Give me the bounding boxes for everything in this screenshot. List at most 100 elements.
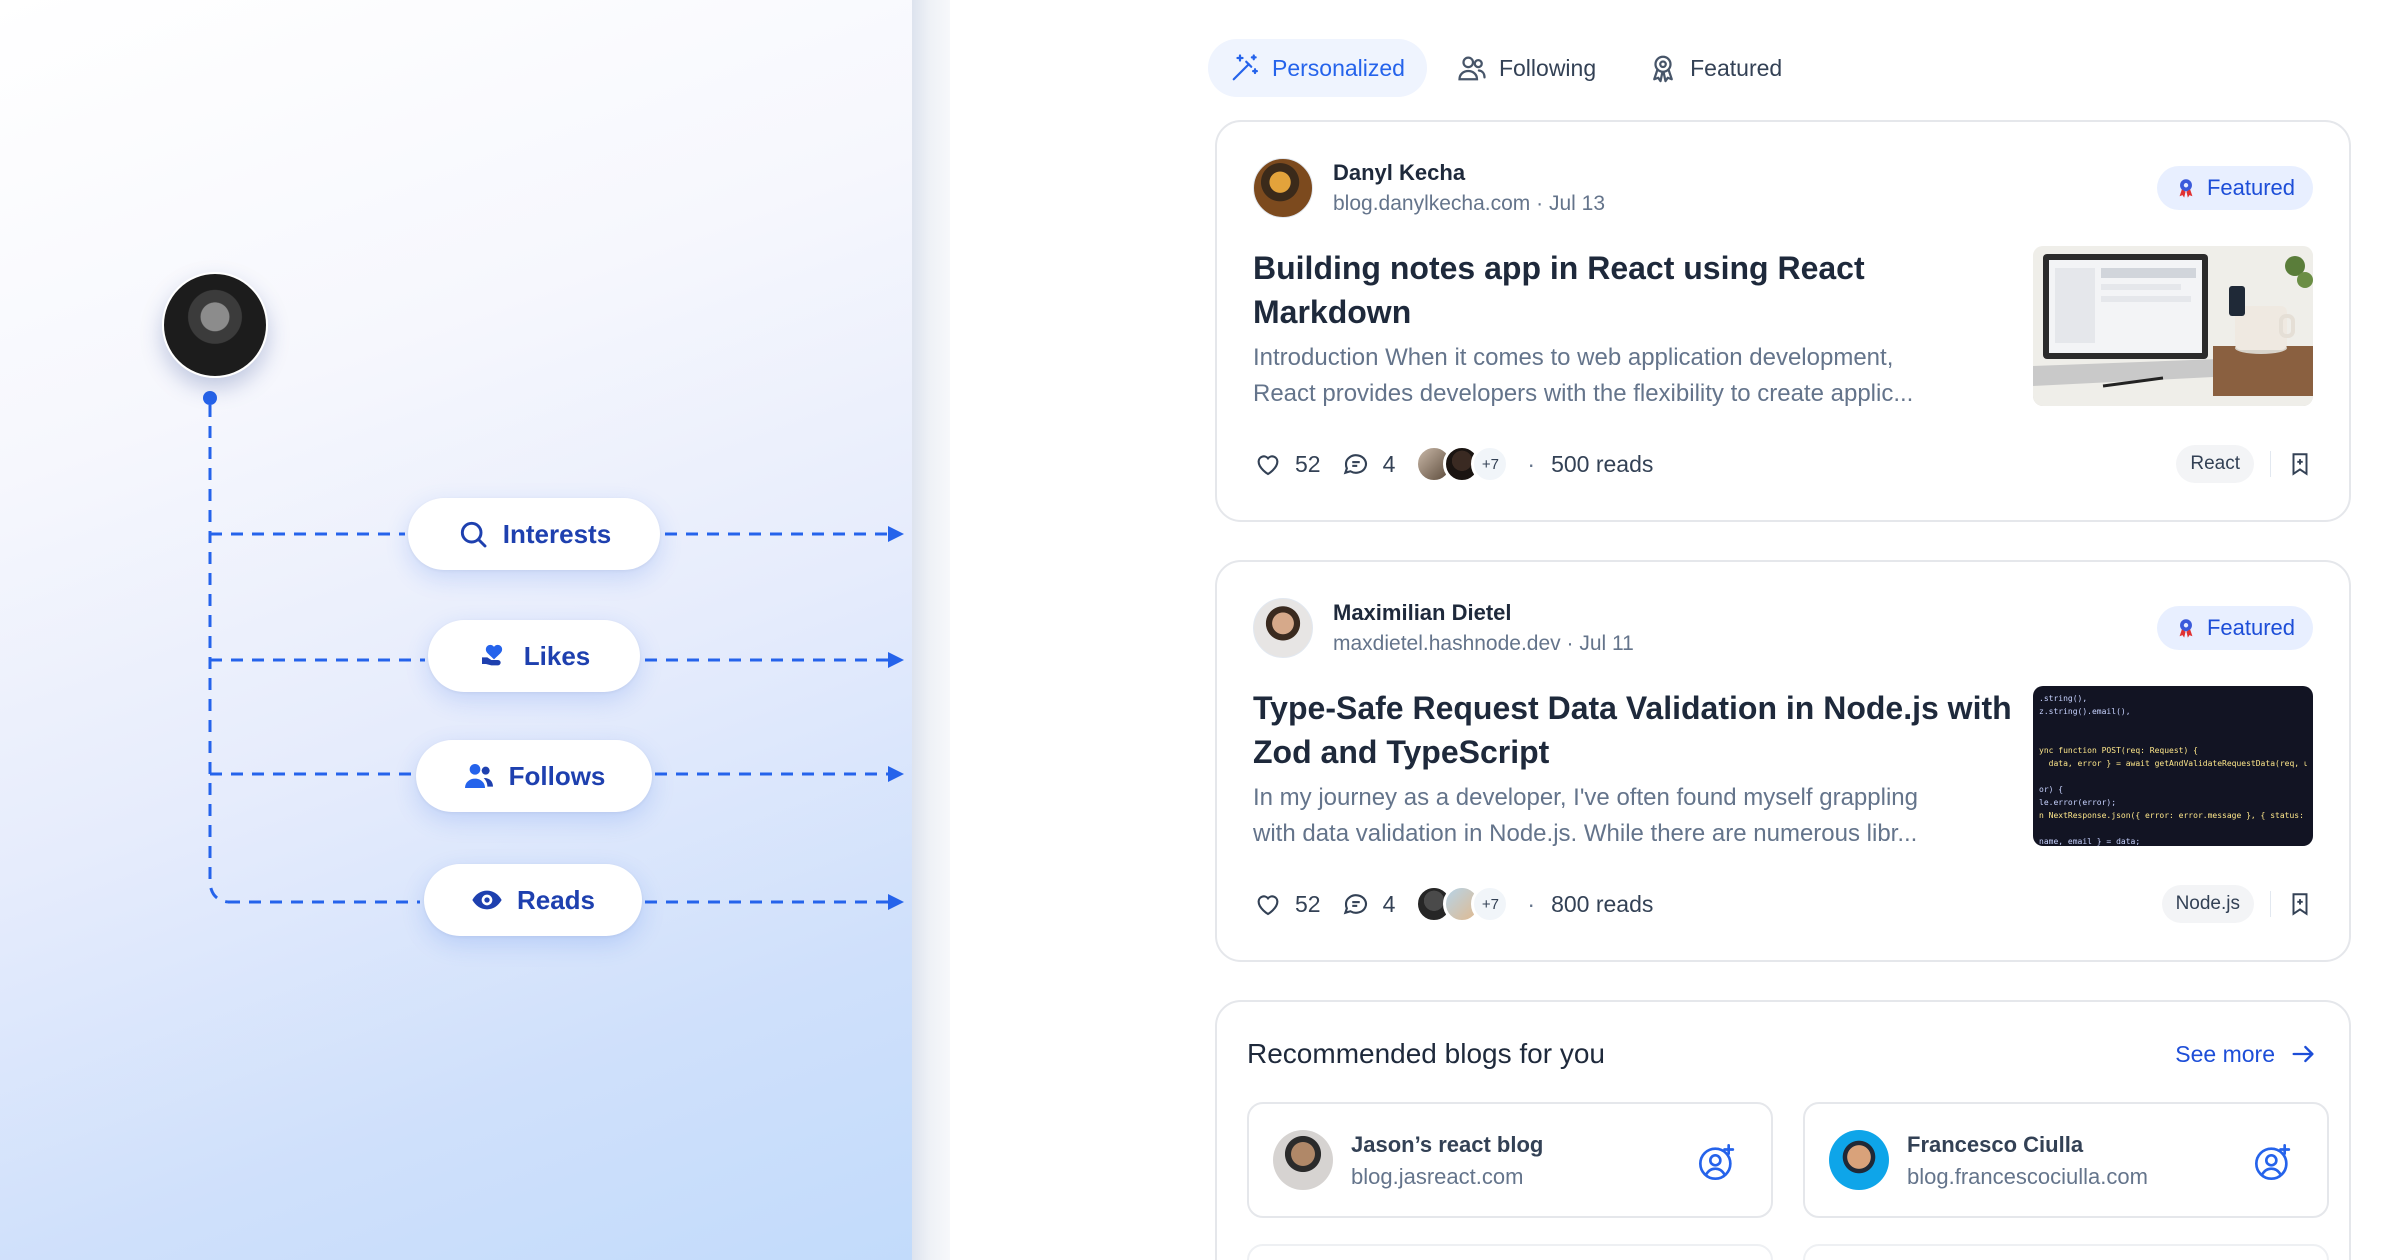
recommended-blog-item[interactable]: Jason’s react blog blog.jasreact.com: [1247, 1102, 1773, 1218]
code-line: name, email } = data;: [2039, 837, 2141, 846]
tab-personalized[interactable]: Personalized: [1208, 39, 1427, 97]
tab-label: Following: [1498, 54, 1597, 81]
pill-label: Follows: [508, 760, 606, 791]
tab-label: Personalized: [1272, 54, 1405, 81]
laptop-photo: [2033, 246, 2313, 406]
heart-icon: [1257, 455, 1279, 476]
comment-count: 4: [1382, 450, 1396, 477]
like-button[interactable]: 52: [1253, 449, 1321, 479]
search-icon: [457, 518, 489, 550]
author-domain[interactable]: maxdietel.hashnode.dev: [1333, 632, 1561, 655]
recommended-blog-item[interactable]: [1247, 1244, 1773, 1260]
code-line: le.error(error);: [2039, 798, 2117, 807]
follow-user-icon[interactable]: [2253, 1142, 2293, 1182]
author-meta: blog.danylkecha.com · Jul 13: [1333, 192, 1605, 216]
excerpt-line: React provides developers with the flexi…: [1253, 380, 1914, 407]
post-card[interactable]: Maximilian Dietel maxdietel.hashnode.dev…: [1215, 560, 2351, 962]
post-thumbnail[interactable]: .string(), z.string().email(), ync functio…: [2033, 686, 2313, 846]
post-title[interactable]: Type-Safe Request Data Validation in Nod…: [1253, 686, 2013, 774]
avatar[interactable]: [1253, 158, 1313, 218]
comment-icon: [1343, 454, 1367, 475]
meta-separator: ·: [1536, 192, 1544, 215]
author-domain[interactable]: blog.danylkecha.com: [1333, 192, 1530, 215]
post-date: Jul 11: [1579, 632, 1634, 655]
avatar[interactable]: [1253, 598, 1313, 658]
code-line: or) {: [2039, 785, 2064, 794]
read-count: 800 reads: [1551, 890, 1654, 917]
magic-wand-icon: [1232, 54, 1258, 81]
post-thumbnail[interactable]: [2033, 246, 2313, 406]
post-excerpt[interactable]: In my journey as a developer, I've often…: [1253, 780, 2013, 852]
code-line: z.string().email(),: [2039, 707, 2131, 716]
post-stats: 52 4 +7 · 500 reads: [1253, 442, 1653, 486]
arrow-reads: [888, 894, 904, 910]
tab-featured[interactable]: Featured: [1626, 39, 1804, 97]
personalization-illustration: Interests Likes Follows Reads: [0, 0, 920, 1260]
blog-domain: blog.jasreact.com: [1351, 1164, 1524, 1189]
pill-label: Likes: [523, 640, 591, 671]
meta-separator: ·: [1566, 632, 1574, 655]
like-count: 52: [1295, 450, 1321, 477]
post-tags: Node.js: [2161, 882, 2313, 926]
tab-following[interactable]: Following: [1435, 39, 1618, 97]
tag[interactable]: Node.js: [2161, 885, 2254, 923]
comment-button[interactable]: 4: [1341, 449, 1396, 479]
arrow-interests: [888, 526, 904, 542]
avatar: [1273, 1130, 1333, 1190]
code-line: n NextResponse.json({ error: error.messa…: [2039, 811, 2307, 820]
pill-reads: Reads: [424, 864, 642, 936]
code-line: data, error } = await getAndValidateRequ…: [2039, 759, 2307, 768]
bookmark-icon[interactable]: [2287, 891, 2313, 917]
users-icon: [1458, 56, 1486, 81]
author-name[interactable]: Maximilian Dietel: [1333, 600, 1634, 626]
award-icon: [1653, 55, 1673, 83]
tag[interactable]: React: [2176, 445, 2254, 483]
follow-user-icon[interactable]: [1697, 1142, 1737, 1182]
divider: [2270, 891, 2271, 917]
arrow-right-icon: [2292, 1045, 2314, 1063]
divider: [2270, 451, 2271, 477]
hand-heart-icon: [478, 640, 510, 672]
reader-avatars[interactable]: +7: [1415, 445, 1510, 483]
comment-count: 4: [1382, 890, 1396, 917]
post-title[interactable]: Building notes app in React using React …: [1253, 246, 2013, 334]
pill-label: Reads: [516, 884, 596, 915]
featured-badge: Featured: [2156, 606, 2313, 650]
blog-name: Jason’s react blog: [1351, 1132, 1544, 1157]
badge-label: Featured: [2206, 175, 2295, 200]
author-name[interactable]: Danyl Kecha: [1333, 160, 1605, 186]
stats-separator: ·: [1527, 450, 1536, 477]
tab-label: Featured: [1690, 54, 1783, 81]
reader-avatars[interactable]: +7: [1415, 885, 1510, 923]
comment-icon: [1343, 894, 1367, 915]
award-icon: [2179, 619, 2193, 638]
more-readers-count: +7: [1471, 445, 1510, 483]
award-icon: [2179, 179, 2193, 198]
code-line: ync function POST(req: Request) {: [2039, 746, 2198, 755]
pill-follows: Follows: [416, 740, 652, 812]
like-button[interactable]: 52: [1253, 889, 1321, 919]
excerpt-line: Introduction When it comes to web applic…: [1253, 344, 1894, 371]
recommended-blog-item[interactable]: [1803, 1244, 2329, 1260]
featured-badge: Featured: [2156, 166, 2313, 210]
heart-icon: [1257, 895, 1279, 916]
user-avatar: [162, 272, 268, 378]
post-date: Jul 13: [1548, 192, 1606, 215]
post-excerpt[interactable]: Introduction When it comes to web applic…: [1253, 340, 2013, 412]
author-row: Danyl Kecha blog.danylkecha.com · Jul 13: [1253, 158, 1605, 218]
see-more-link[interactable]: See more: [2175, 1040, 2317, 1068]
comment-button[interactable]: 4: [1341, 889, 1396, 919]
recommended-blog-item[interactable]: Francesco Ciulla blog.francescociulla.co…: [1803, 1102, 2329, 1218]
post-card[interactable]: Danyl Kecha blog.danylkecha.com · Jul 13…: [1215, 120, 2351, 522]
bookmark-icon[interactable]: [2287, 451, 2313, 477]
like-count: 52: [1295, 890, 1321, 917]
excerpt-line: with data validation in Node.js. While t…: [1253, 820, 1918, 847]
user-anchor-dot: [203, 391, 217, 405]
recommended-blogs-card: Recommended blogs for you See more Jason…: [1215, 1000, 2351, 1260]
excerpt-line: In my journey as a developer, I've often…: [1253, 784, 1918, 811]
badge-label: Featured: [2206, 615, 2295, 640]
users-icon: [463, 760, 495, 792]
feed-tabs: Personalized Following Featured: [1208, 38, 1804, 98]
